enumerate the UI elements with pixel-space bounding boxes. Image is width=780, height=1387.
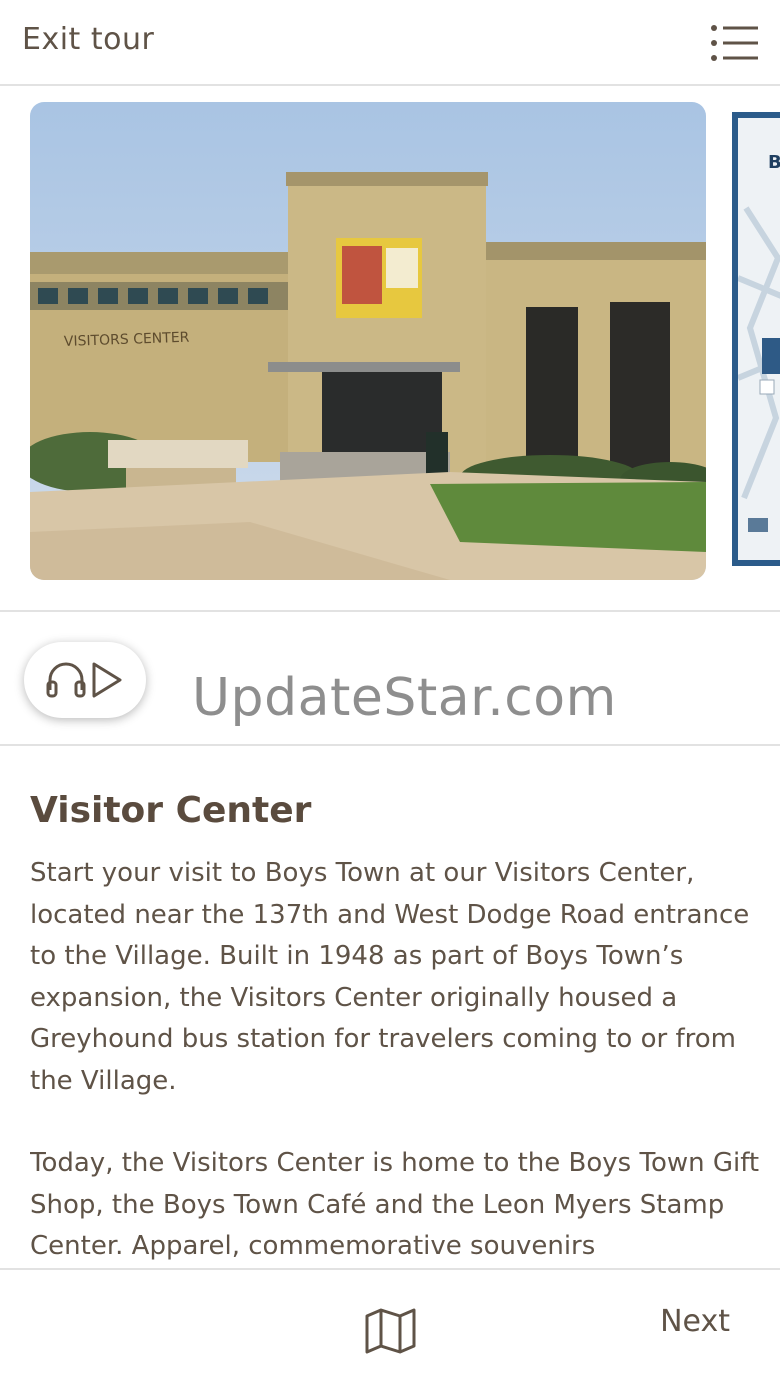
stop-paragraph: Today, the Visitors Center is home to th… <box>30 1148 760 1261</box>
audio-row: UpdateStar.com <box>0 610 780 746</box>
stop-paragraph: Start your visit to Boys Town at our Vis… <box>30 858 750 1096</box>
headphones-play-icon[interactable] <box>24 642 146 718</box>
photo-gallery[interactable]: VISITORS CENTER B <box>0 88 780 610</box>
visitors-center-photo[interactable]: VISITORS CENTER <box>30 102 706 580</box>
top-bar: Exit tour <box>0 0 780 86</box>
bottom-bar: Next <box>0 1268 780 1387</box>
exit-tour-button[interactable]: Exit tour <box>22 22 154 57</box>
stop-content: Visitor Center Start your visit to Boys … <box>30 790 770 1268</box>
watermark-text: UpdateStar.com <box>192 668 617 728</box>
map-icon[interactable] <box>362 1308 420 1354</box>
map-thumbnail[interactable]: B <box>732 112 780 566</box>
next-button[interactable]: Next <box>660 1304 730 1339</box>
svg-text:B: B <box>768 152 780 173</box>
stop-title: Visitor Center <box>30 790 312 831</box>
list-menu-icon[interactable] <box>710 24 760 62</box>
